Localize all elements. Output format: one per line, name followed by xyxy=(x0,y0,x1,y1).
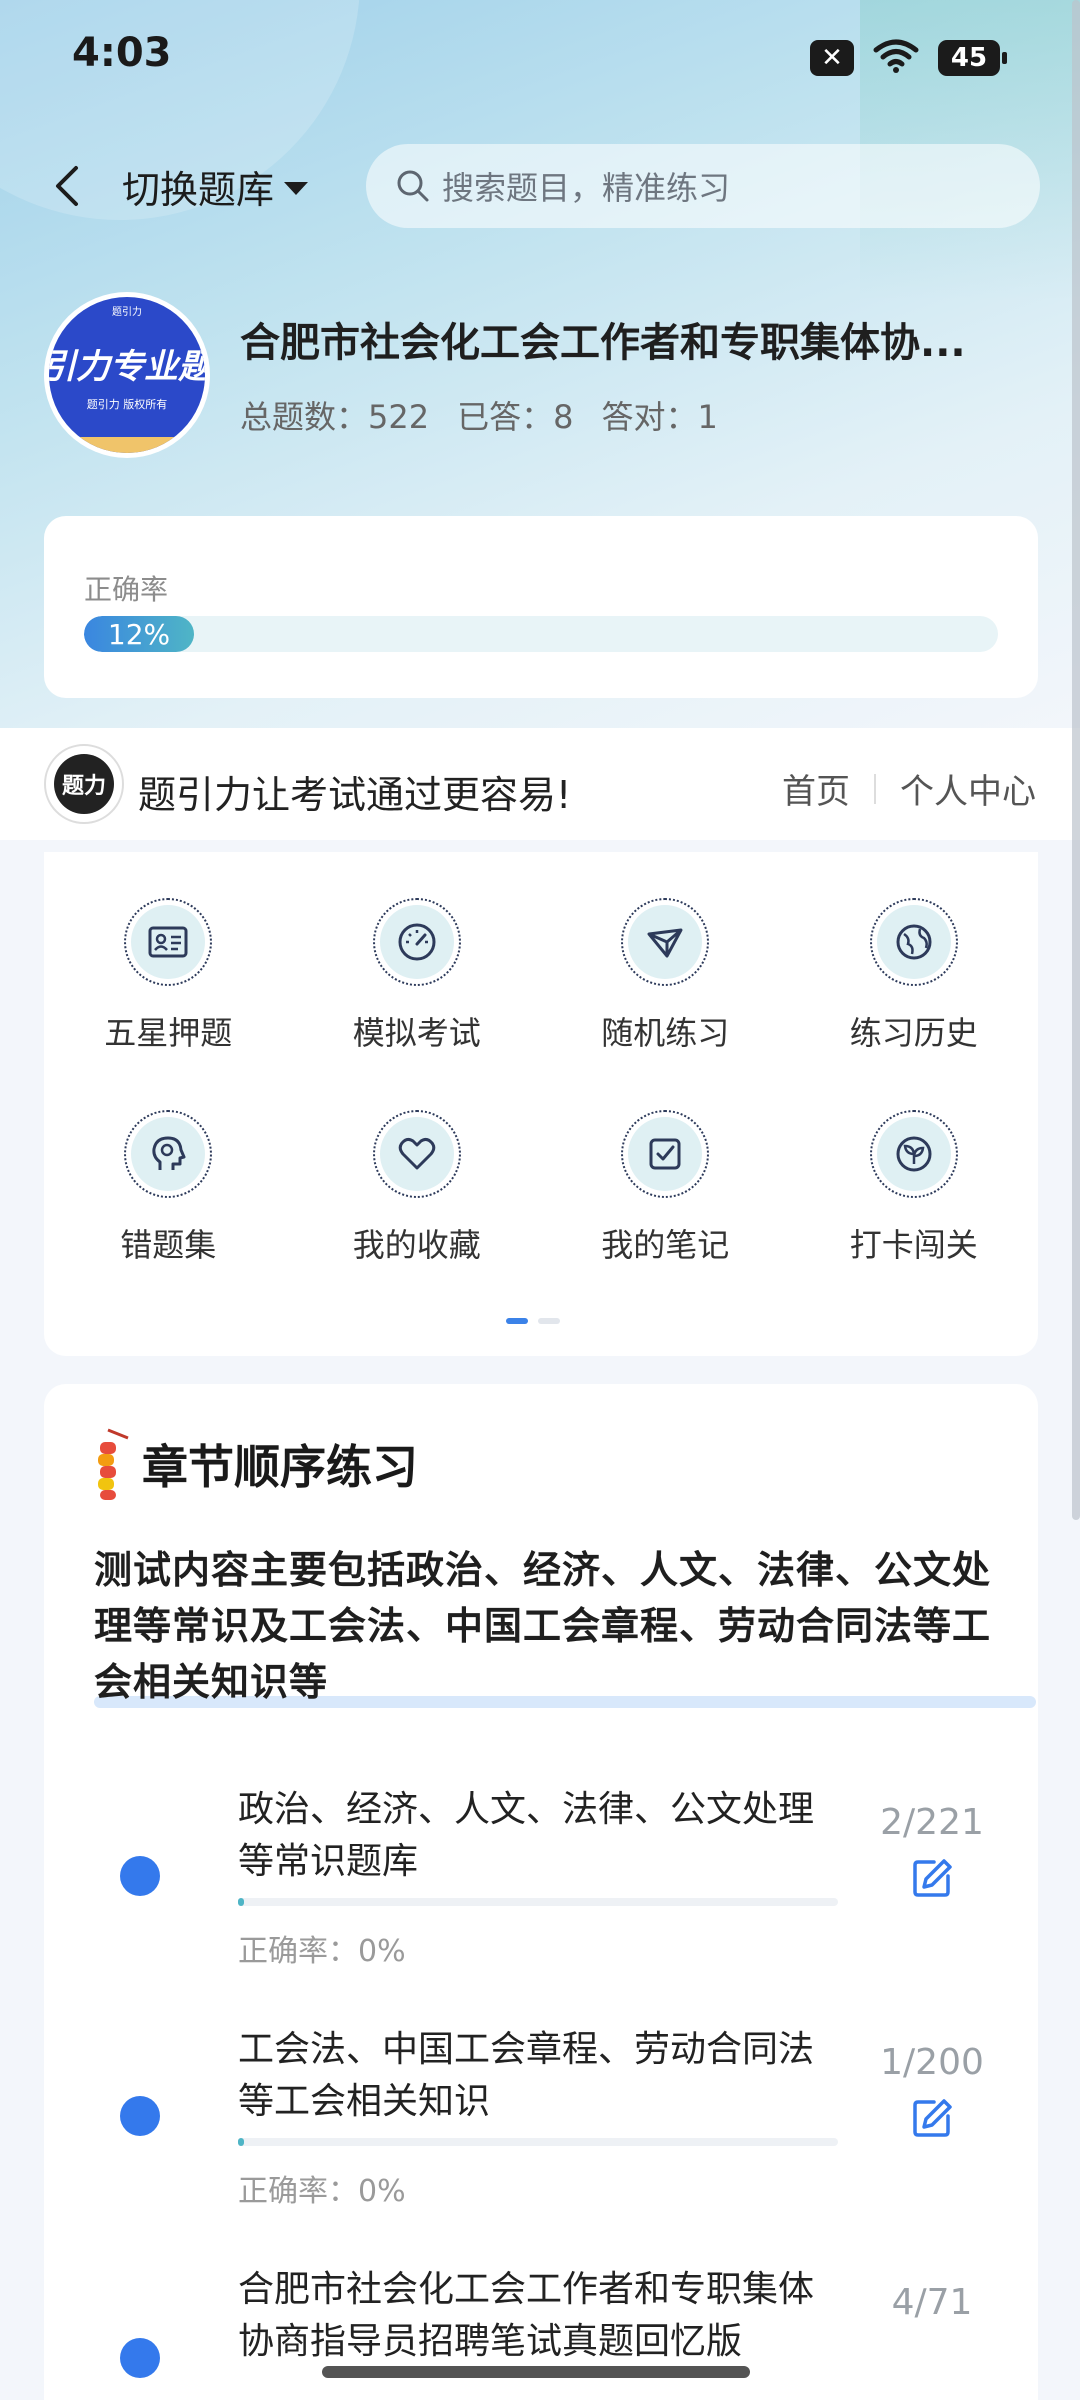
chapter-description: 测试内容主要包括政治、经济、人文、法律、公文处理等常识及工会法、中国工会章程、劳… xyxy=(94,1548,992,1704)
chapter-name: 政治、经济、人文、法律、公文处理等常识题库 xyxy=(238,1789,815,1882)
search-placeholder: 搜索题目，精准练习 xyxy=(442,169,731,207)
brand-banner: 题力 题引力让考试通过更容易! 首页 个人中心 xyxy=(0,728,1080,840)
chapter-section-title: 章节顺序练习 xyxy=(142,1440,418,1494)
feature-grid-card: 五星押题 模拟考试 随机练习 练习历史 错题集 我的收藏 我的笔记 打卡闯关 xyxy=(44,852,1038,1356)
back-arrow-icon xyxy=(56,166,78,206)
status-time: 4:03 xyxy=(72,30,172,76)
feature-label: 打卡闯关 xyxy=(849,1226,978,1264)
feature-mock-exam[interactable]: 模拟考试 xyxy=(293,898,542,1054)
home-link[interactable]: 首页 xyxy=(782,764,850,813)
chapter-accuracy: 正确率：0% xyxy=(238,1934,406,1969)
chapter-progress-bar xyxy=(238,2138,838,2146)
page-dot-active xyxy=(506,1318,528,1324)
chapter-item[interactable]: 工会法、中国工会章程、劳动合同法等工会相关知识 正确率：0% 1/200 xyxy=(44,2024,1038,2244)
chapter-name: 合肥市社会化工会工作者和专职集体协商指导员招聘笔试真题回忆版 xyxy=(238,2269,815,2362)
feature-label: 我的收藏 xyxy=(352,1226,481,1264)
firecracker-icon xyxy=(98,1428,129,1500)
correct-count: 答对：1 xyxy=(601,398,718,436)
feature-label: 五星押题 xyxy=(104,1014,233,1052)
chapter-dot xyxy=(120,1856,160,1896)
accuracy-progress-bar: 12% xyxy=(84,616,998,652)
speedometer-icon xyxy=(398,923,436,961)
status-icons: ✕ 45 xyxy=(810,38,1007,78)
edit-icon[interactable] xyxy=(910,2096,954,2140)
feature-label: 随机练习 xyxy=(601,1014,730,1052)
brand-logo-text: 题力 xyxy=(54,754,114,814)
feature-five-star[interactable]: 五星押题 xyxy=(44,898,293,1054)
profile-link[interactable]: 个人中心 xyxy=(900,764,1036,813)
chapter-progress-bar xyxy=(238,1898,838,1906)
edit-icon[interactable] xyxy=(910,1856,954,1900)
chapter-practice-card: 章节顺序练习 测试内容主要包括政治、经济、人文、法律、公文处理等常识及工会法、中… xyxy=(44,1384,1038,2400)
switch-bank-label: 切换题库 xyxy=(122,167,275,212)
back-button[interactable] xyxy=(40,158,96,214)
sprout-icon xyxy=(896,1136,932,1172)
chapter-item[interactable]: 合肥市社会化工会工作者和专职集体协商指导员招聘笔试真题回忆版 4/71 xyxy=(44,2264,1038,2400)
chapter-header: 章节顺序练习 xyxy=(90,1424,418,1504)
logo-top-text: 题引力 xyxy=(112,307,142,318)
scrollbar[interactable] xyxy=(1072,0,1080,1520)
brand-slogan: 题引力让考试通过更容易! xyxy=(138,773,572,817)
search-input[interactable]: 搜索题目，精准练习 xyxy=(366,144,1040,228)
id-card-icon xyxy=(148,926,188,958)
caret-down-icon xyxy=(284,181,309,195)
logo-text: 引力专业题 xyxy=(49,346,205,387)
switch-bank-dropdown[interactable]: 切换题库 xyxy=(122,158,309,214)
feature-label: 模拟考试 xyxy=(352,1014,481,1052)
feature-grid: 五星押题 模拟考试 随机练习 练习历史 错题集 我的收藏 我的笔记 打卡闯关 xyxy=(44,898,1038,1266)
chapter-count: 1/200 xyxy=(880,2042,984,2083)
page-dot xyxy=(538,1318,560,1324)
accuracy-progress-fill: 12% xyxy=(84,616,194,652)
feature-label: 我的笔记 xyxy=(601,1226,730,1264)
globe-icon xyxy=(896,924,932,960)
bank-logo: 题引力 引力专业题 题引力 版权所有 xyxy=(44,292,210,458)
answered-count: 已答：8 xyxy=(457,398,574,436)
note-check-icon xyxy=(649,1138,681,1170)
feature-label: 错题集 xyxy=(120,1226,217,1264)
chapter-item[interactable]: 政治、经济、人文、法律、公文处理等常识题库 正确率：0% 2/221 xyxy=(44,1784,1038,2004)
feature-wrong-questions[interactable]: 错题集 xyxy=(44,1110,293,1266)
chapter-count: 2/221 xyxy=(880,1802,984,1843)
status-bar: 4:03 ✕ 45 xyxy=(0,0,1080,120)
logo-small-text: 题引力 版权所有 xyxy=(86,397,168,411)
page-indicator xyxy=(506,1318,560,1324)
link-divider xyxy=(874,773,876,804)
chapter-name: 工会法、中国工会章程、劳动合同法等工会相关知识 xyxy=(238,2029,815,2122)
search-icon xyxy=(397,170,429,202)
chapter-dot xyxy=(120,2338,160,2378)
feature-label: 练习历史 xyxy=(849,1014,978,1052)
feature-random-practice[interactable]: 随机练习 xyxy=(541,898,790,1054)
heart-icon xyxy=(398,1137,435,1170)
feature-notes[interactable]: 我的笔记 xyxy=(541,1110,790,1266)
bank-stats: 总题数：522 已答：8 答对：1 xyxy=(240,392,718,438)
chapter-accuracy: 正确率：0% xyxy=(238,2174,406,2209)
feature-history[interactable]: 练习历史 xyxy=(790,898,1039,1054)
brand-logo: 题力 xyxy=(44,744,124,824)
battery-icon: 45 xyxy=(938,40,1007,76)
wifi-icon xyxy=(872,38,920,78)
chapter-dot xyxy=(120,2096,160,2136)
feature-check-in[interactable]: 打卡闯关 xyxy=(790,1110,1039,1266)
accuracy-card: 正确率 12% xyxy=(44,516,1038,698)
chapter-count: 4/71 xyxy=(891,2282,973,2323)
banner-links: 首页 个人中心 xyxy=(782,764,1036,813)
network-icon xyxy=(647,928,683,958)
accuracy-label: 正确率 xyxy=(84,573,169,606)
home-indicator[interactable] xyxy=(322,2366,750,2378)
bank-title: 合肥市社会化工会工作者和专职集体协... xyxy=(240,320,966,366)
feature-favorites[interactable]: 我的收藏 xyxy=(293,1110,542,1266)
total-count: 总题数：522 xyxy=(240,398,430,436)
sim-icon: ✕ xyxy=(810,40,854,76)
head-icon xyxy=(152,1136,186,1170)
top-header: 切换题库 搜索题目，精准练习 xyxy=(0,140,1080,230)
